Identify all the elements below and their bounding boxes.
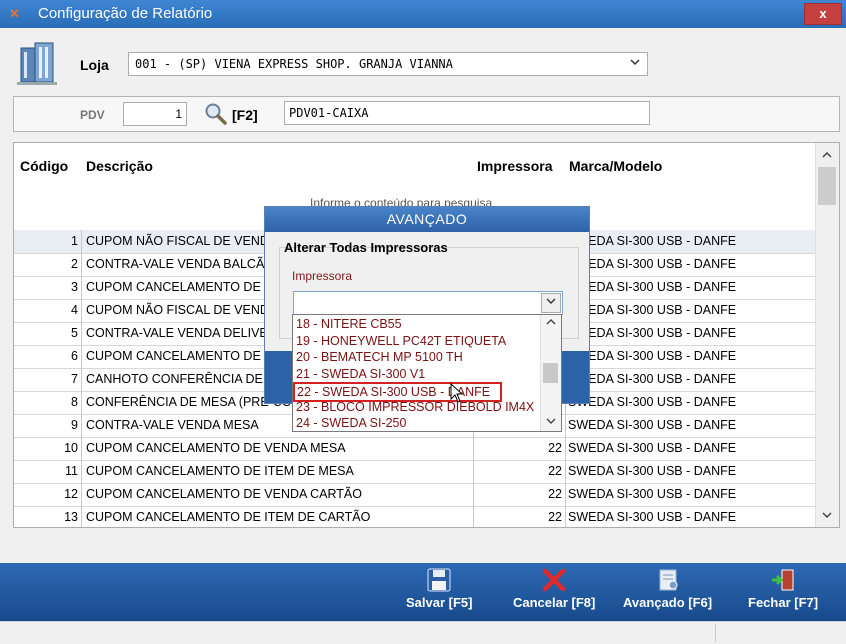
table-row[interactable]: 13 CUPOM CANCELAMENTO DE ITEM DE CARTÃO 22… xyxy=(14,506,815,527)
cell-model[interactable]: SWEDA SI-300 USB - DANFE xyxy=(566,299,814,322)
header-printer[interactable]: Impressora xyxy=(477,143,552,187)
loja-select[interactable]: 001 - (SP) VIENA EXPRESS SHOP. GRANJA VI… xyxy=(128,52,648,76)
cell-model[interactable]: SWEDA SI-300 USB - DANFE xyxy=(566,253,814,276)
printer-option[interactable]: 23 - BLOCO IMPRESSOR DIEBOLD IM4X xyxy=(296,399,534,416)
settings-document-icon xyxy=(659,569,678,591)
cell-description[interactable]: CUPOM CANCELAMENTO DE ITEM DE MESA xyxy=(83,460,474,483)
cell-printer[interactable]: 22 xyxy=(474,506,566,527)
cell-model[interactable]: SWEDA SI-300 USB - DANFE xyxy=(566,276,814,299)
title-bar: ✕ Configuração de Relatório x xyxy=(0,0,846,28)
printer-option[interactable]: 20 - BEMATECH MP 5100 TH xyxy=(296,349,463,366)
header-description[interactable]: Descrição xyxy=(86,143,153,187)
cell-model[interactable]: SWEDA SI-300 USB - DANFE xyxy=(566,460,814,483)
cell-model[interactable]: SWEDA SI-300 USB - DANFE xyxy=(566,414,814,437)
window-title: Configuração de Relatório xyxy=(38,5,213,22)
cell-model[interactable]: SWEDA SI-300 USB - DANFE xyxy=(566,506,814,527)
pdv-label: PDV xyxy=(80,108,105,122)
save-label: Salvar [F5] xyxy=(406,595,473,610)
cell-printer[interactable]: 22 xyxy=(474,483,566,506)
cell-model[interactable]: SWEDA SI-300 USB - DANFE xyxy=(566,230,814,253)
cell-code[interactable]: 8 xyxy=(14,391,82,414)
header-code[interactable]: Código xyxy=(20,143,68,187)
loja-label: Loja xyxy=(80,57,109,73)
cell-code[interactable]: 4 xyxy=(14,299,82,322)
floppy-disk-icon xyxy=(427,568,451,592)
grid-scrollbar[interactable] xyxy=(815,143,839,527)
f2-shortcut: [F2] xyxy=(232,107,258,123)
printer-label: Impressora xyxy=(292,269,353,283)
advanced-button[interactable]: Avançado [F6] xyxy=(623,567,712,610)
search-icon[interactable] xyxy=(204,102,228,129)
pdv-description-field: PDV01-CAIXA xyxy=(284,101,650,125)
dialog-title: AVANÇADO xyxy=(265,207,589,232)
red-x-icon xyxy=(542,568,566,592)
exit-door-icon xyxy=(772,569,794,591)
cell-model[interactable]: SWEDA SI-300 USB - DANFE xyxy=(566,391,814,414)
pdv-number-field[interactable]: 1 xyxy=(123,102,187,126)
printer-option[interactable]: 24 - SWEDA SI-250 xyxy=(296,415,406,432)
dropdown-scroll-thumb[interactable] xyxy=(543,363,558,383)
cancel-button[interactable]: Cancelar [F8] xyxy=(513,567,595,610)
scroll-thumb[interactable] xyxy=(818,167,836,205)
scroll-up-icon[interactable] xyxy=(546,318,556,329)
cell-code[interactable]: 13 xyxy=(14,506,82,527)
status-separator xyxy=(715,624,716,642)
group-title: Alterar Todas Impressoras xyxy=(284,240,448,255)
save-button[interactable]: Salvar [F5] xyxy=(406,567,472,610)
table-row[interactable]: 11 CUPOM CANCELAMENTO DE ITEM DE MESA 22 SW… xyxy=(14,460,815,484)
chevron-down-icon[interactable] xyxy=(629,56,641,71)
scroll-down-icon[interactable] xyxy=(821,509,833,523)
cell-code[interactable]: 10 xyxy=(14,437,82,460)
cell-printer[interactable]: 22 xyxy=(474,460,566,483)
cell-model[interactable]: SWEDA SI-300 USB - DANFE xyxy=(566,322,814,345)
loja-select-value: 001 - (SP) VIENA EXPRESS SHOP. GRANJA VI… xyxy=(135,57,453,71)
building-icon xyxy=(17,42,57,85)
printer-option[interactable]: 19 - HONEYWELL PC42T ETIQUETA xyxy=(296,333,506,350)
cell-model[interactable]: SWEDA SI-300 USB - DANFE xyxy=(566,437,814,460)
close-label: Fechar [F7] xyxy=(748,595,819,610)
cell-code[interactable]: 3 xyxy=(14,276,82,299)
dropdown-scrollbar[interactable] xyxy=(540,315,561,431)
cell-code[interactable]: 9 xyxy=(14,414,82,437)
close-button[interactable]: Fechar [F7] xyxy=(748,567,818,610)
header-model[interactable]: Marca/Modelo xyxy=(569,143,662,187)
scroll-down-icon[interactable] xyxy=(546,417,556,428)
cell-code[interactable]: 6 xyxy=(14,345,82,368)
printer-combo[interactable] xyxy=(293,291,563,315)
cell-code[interactable]: 1 xyxy=(14,230,82,253)
cell-code[interactable]: 7 xyxy=(14,368,82,391)
cell-code[interactable]: 11 xyxy=(14,460,82,483)
printer-option[interactable]: 18 - NITERE CB55 xyxy=(296,316,402,333)
mouse-cursor-icon xyxy=(450,382,464,408)
cancel-label: Cancelar [F8] xyxy=(513,595,596,610)
printer-dropdown-list: 18 - NITERE CB55 19 - HONEYWELL PC42T ETI… xyxy=(292,314,562,432)
table-row[interactable]: 12 CUPOM CANCELAMENTO DE VENDA CARTÃO 22 SW… xyxy=(14,483,815,507)
bottom-toolbar: Salvar [F5] Cancelar [F8] Avançado [F6] … xyxy=(0,563,846,621)
advanced-label: Avançado [F6] xyxy=(623,595,713,610)
cell-description[interactable]: CUPOM CANCELAMENTO DE VENDA MESA xyxy=(83,437,474,460)
cell-code[interactable]: 2 xyxy=(14,253,82,276)
cell-model[interactable]: SWEDA SI-300 USB - DANFE xyxy=(566,368,814,391)
table-row[interactable]: 10 CUPOM CANCELAMENTO DE VENDA MESA 22 SWED… xyxy=(14,437,815,461)
cell-code[interactable]: 12 xyxy=(14,483,82,506)
app-logo-icon: ✕ xyxy=(9,6,20,21)
cell-code[interactable]: 5 xyxy=(14,322,82,345)
cell-description[interactable]: CUPOM CANCELAMENTO DE ITEM DE CARTÃO xyxy=(83,506,474,527)
pdv-panel: PDV 1 [F2] PDV01-CAIXA xyxy=(13,96,840,132)
cell-description[interactable]: CUPOM CANCELAMENTO DE VENDA CARTÃO xyxy=(83,483,474,506)
cell-printer[interactable]: 22 xyxy=(474,437,566,460)
close-window-button[interactable]: x xyxy=(804,3,842,25)
cell-model[interactable]: SWEDA SI-300 USB - DANFE xyxy=(566,345,814,368)
scroll-up-icon[interactable] xyxy=(821,149,833,163)
printer-option[interactable]: 21 - SWEDA SI-300 V1 xyxy=(296,366,425,383)
cell-model[interactable]: SWEDA SI-300 USB - DANFE xyxy=(566,483,814,506)
status-bar xyxy=(0,621,846,644)
chevron-down-icon[interactable] xyxy=(541,293,561,313)
